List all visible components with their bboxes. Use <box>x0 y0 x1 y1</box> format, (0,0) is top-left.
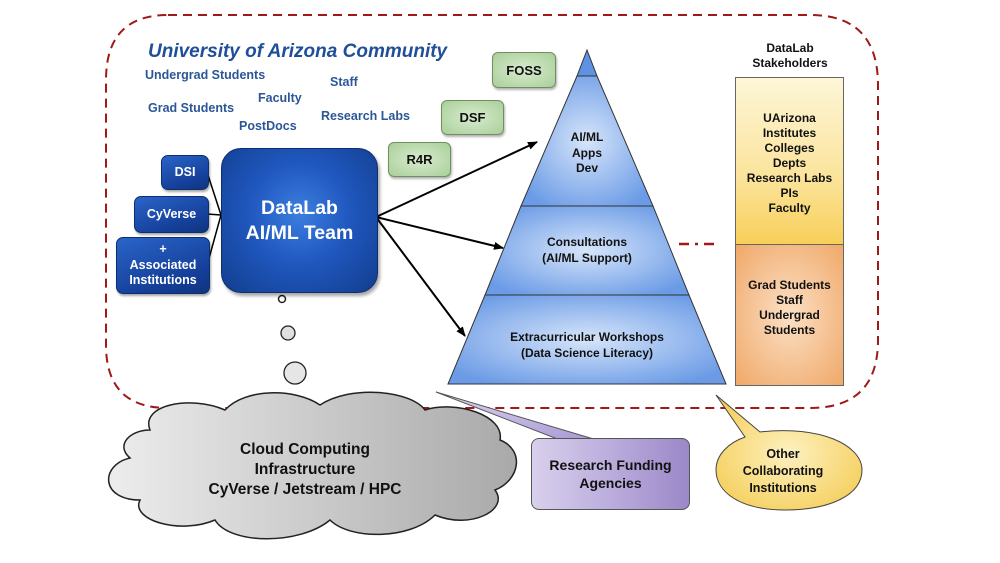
partner-associated-line3: Institutions <box>129 273 197 288</box>
stakeholders-upper-box: UArizona Institutes Colleges Depts Resea… <box>735 77 844 245</box>
pyramid-apps-dev-line1: AI/ML <box>570 130 604 144</box>
community-member-postdocs: PostDocs <box>239 119 297 133</box>
cloud-line2: Infrastructure <box>254 461 356 479</box>
partner-associated-line2: Associated <box>129 257 197 272</box>
community-member-grad: Grad Students <box>148 101 235 115</box>
thought-bubble-medium <box>280 325 296 341</box>
community-member-faculty: Faculty <box>258 91 302 105</box>
stakeholder-students: Students <box>763 323 816 337</box>
datalab-team-box: DataLab AI/ML Team <box>221 148 378 293</box>
connector-dsi <box>206 171 222 216</box>
pyramid-apps-dev-line2: Apps <box>572 145 602 160</box>
program-r4r: R4R <box>388 142 451 177</box>
team-title-line1: DataLab <box>261 197 338 220</box>
stakeholders-lower-box: Grad Students Staff Undergrad Students <box>735 244 844 386</box>
partner-associated-line1: + <box>159 242 167 257</box>
pyramid-workshops-line2: (Data Science Literacy) <box>520 345 654 360</box>
community-member-research-labs: Research Labs <box>321 109 410 123</box>
collaborators-label: Other Collaborating Institutions <box>718 446 848 497</box>
collab-line2: Collaborating <box>742 463 824 478</box>
stakeholder-grad-students: Grad Students <box>748 278 831 292</box>
connector-cyverse <box>206 213 222 216</box>
program-foss: FOSS <box>492 52 556 88</box>
stakeholder-depts: Depts <box>772 156 807 170</box>
pyramid-consultations-line1: Consultations <box>547 235 627 249</box>
partner-dsi: DSI <box>161 155 209 190</box>
stakeholder-faculty: Faculty <box>768 201 811 215</box>
stakeholder-staff: Staff <box>776 293 803 307</box>
pyramid-consultations-line2: (AI/ML Support) <box>542 250 632 265</box>
stakeholder-uarizona: UArizona <box>763 111 816 125</box>
team-title-line2: AI/ML Team <box>245 221 354 244</box>
pyramid-apps-dev-line3: Dev <box>575 161 598 176</box>
stakeholder-pis: PIs <box>780 186 799 200</box>
community-title: University of Arizona Community <box>148 41 448 62</box>
stakeholders-title-line1: DataLab <box>766 41 814 55</box>
stakeholder-undergrad: Undergrad <box>759 308 820 322</box>
pyramid-apps-dev-label: AI/ML Apps Dev <box>547 130 627 177</box>
cloud-line3: CyVerse / Jetstream / HPC <box>208 481 402 499</box>
cloud-line1: Cloud Computing <box>240 441 370 458</box>
stakeholder-colleges: Colleges <box>764 141 815 155</box>
funding-line1: Research Funding <box>549 456 672 473</box>
community-member-staff: Staff <box>330 75 358 89</box>
partner-associated-institutions: + Associated Institutions <box>116 237 210 294</box>
thought-bubble-large <box>283 361 307 385</box>
cloud-infrastructure-label: Cloud Computing Infrastructure CyVerse /… <box>160 440 450 500</box>
collab-line1: Other <box>766 447 800 461</box>
pyramid-workshops-label: Extracurricular Workshops (Data Science … <box>497 330 677 361</box>
pyramid-tip <box>576 48 598 77</box>
pyramid-workshops-line1: Extracurricular Workshops <box>510 330 664 344</box>
stakeholder-research-labs: Research Labs <box>746 171 833 185</box>
collab-line3: Institutions <box>749 480 817 495</box>
community-member-undergrad: Undergrad Students <box>145 68 266 82</box>
pyramid-consultations-label: Consultations (AI/ML Support) <box>527 235 647 266</box>
program-dsf: DSF <box>441 100 504 135</box>
funding-line2: Agencies <box>579 475 642 491</box>
stakeholders-title-line2: Stakeholders <box>752 56 828 70</box>
thought-bubble-small <box>277 294 287 304</box>
partner-cyverse: CyVerse <box>134 196 209 233</box>
stakeholder-institutes: Institutes <box>762 126 817 140</box>
research-funding-box: Research Funding Agencies <box>531 438 690 510</box>
stakeholders-title: DataLab Stakeholders <box>740 41 840 71</box>
